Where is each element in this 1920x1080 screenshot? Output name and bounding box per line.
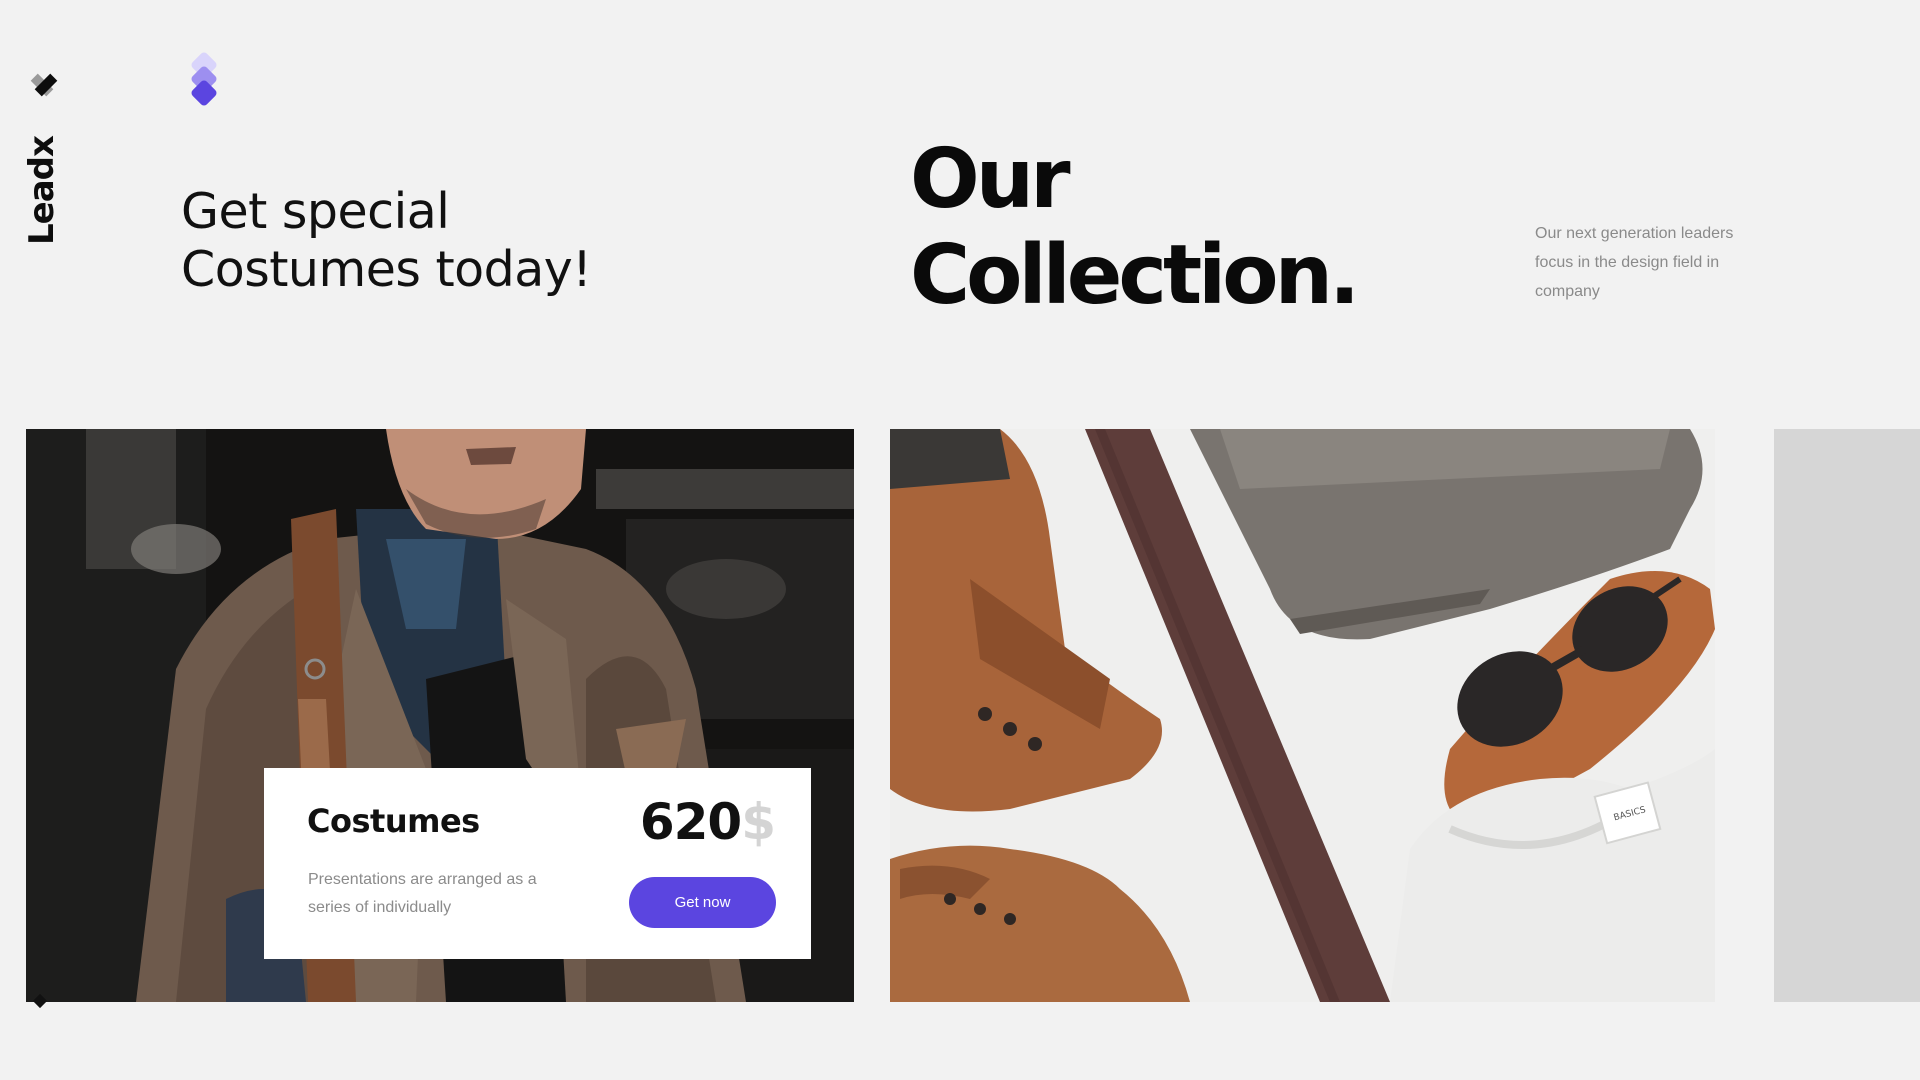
page-title: Our Collection. <box>910 132 1360 324</box>
flatlay-accessories-photo[interactable]: BASICS <box>890 429 1715 1002</box>
product-card: Costumes Presentations are arranged as a… <box>264 768 811 959</box>
price-value: 620 <box>639 793 742 851</box>
layers-icon <box>188 52 220 110</box>
x-logo-icon[interactable] <box>28 68 60 102</box>
page-title-line-2: Collection. <box>910 228 1360 323</box>
tagline: Get special Costumes today! <box>181 183 741 299</box>
product-name: Costumes <box>307 802 480 840</box>
tagline-line-1: Get special <box>181 183 450 240</box>
intro-text: Our next generation leaders focus in the… <box>1535 225 1734 300</box>
page-title-line-1: Our <box>910 132 1071 227</box>
product-description: Presentations are arranged as a series o… <box>308 871 537 916</box>
brand-name: Leadx <box>22 136 62 245</box>
get-now-button[interactable]: Get now <box>629 877 776 928</box>
price-currency: $ <box>741 793 776 851</box>
product-price: 620$ <box>639 792 776 852</box>
flatlay-accessories-illustration: BASICS <box>890 429 1715 1002</box>
tagline-line-2: Costumes today! <box>181 241 592 298</box>
next-card-placeholder[interactable] <box>1774 429 1920 1002</box>
